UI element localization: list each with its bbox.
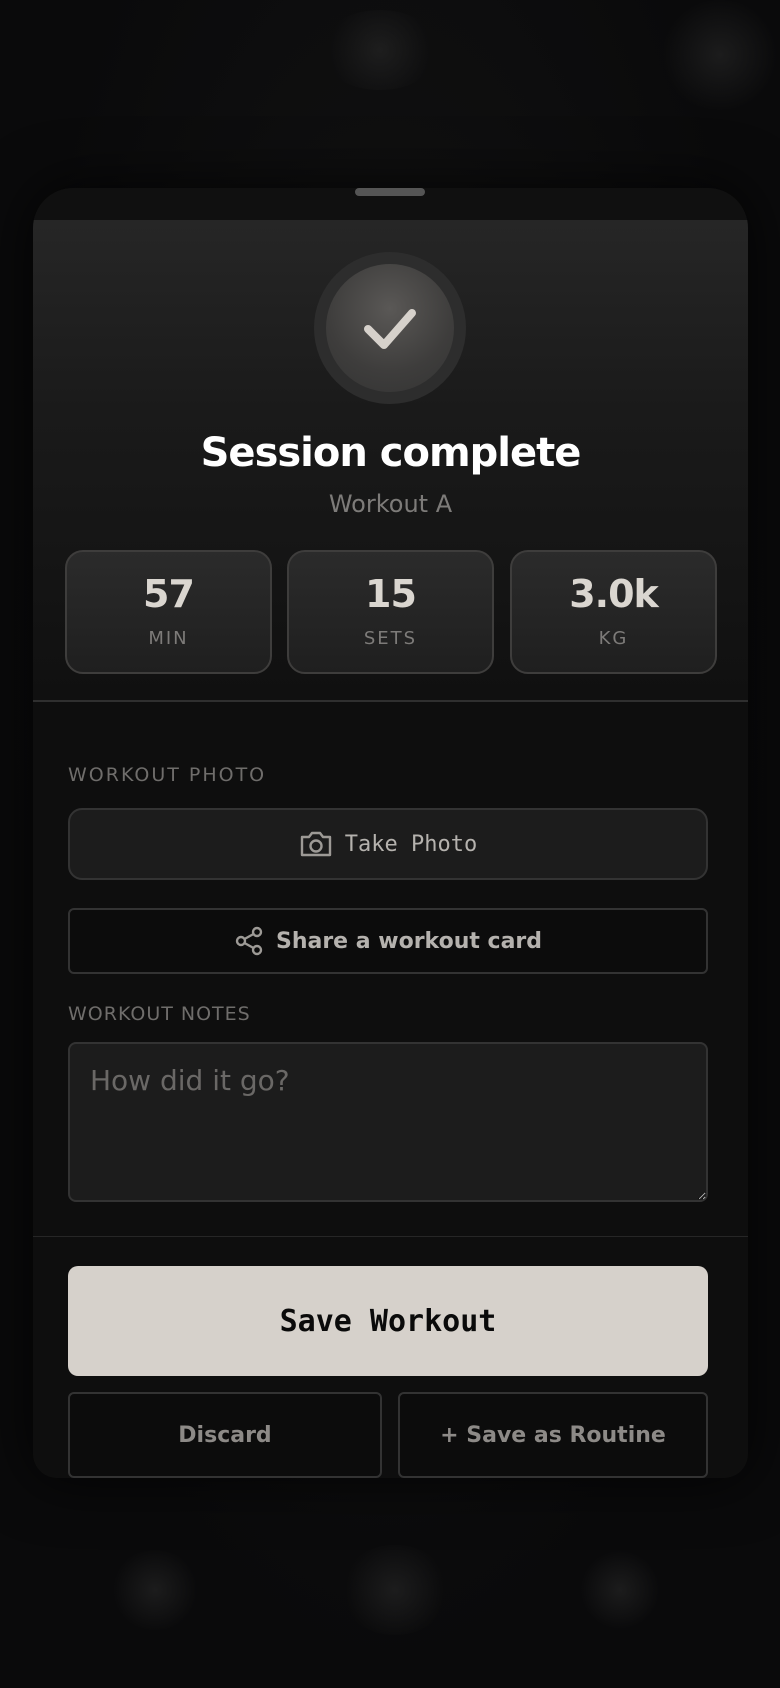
stat-label: KG	[598, 628, 629, 649]
workout-notes-field[interactable]	[68, 1042, 708, 1202]
workout-name: Workout A	[328, 490, 453, 518]
background-glow	[660, 0, 780, 110]
take-photo-label: Take Photo	[344, 831, 478, 857]
stat-value: 15	[365, 572, 417, 616]
checkmark-icon	[326, 264, 454, 392]
save-as-routine-button[interactable]: + Save as Routine	[398, 1392, 708, 1478]
stat-card-duration: 57 MIN	[65, 550, 272, 674]
stat-label: MIN	[148, 628, 189, 649]
take-photo-button[interactable]: Take Photo	[68, 808, 708, 880]
background-glow	[580, 1550, 660, 1630]
share-workout-card-label: Share a workout card	[275, 928, 543, 954]
session-complete-sheet: Session complete Workout A 57 MIN 15 SET…	[33, 188, 748, 1478]
stat-value: 3.0k	[569, 572, 659, 616]
share-icon	[234, 926, 264, 956]
share-workout-card-button[interactable]: Share a workout card	[68, 908, 708, 974]
screen: Session complete Workout A 57 MIN 15 SET…	[0, 0, 780, 1688]
workout-photo-label: WORKOUT PHOTO	[68, 764, 267, 786]
stat-label: SETS	[363, 628, 418, 649]
camera-icon	[299, 830, 333, 858]
drag-handle[interactable]	[355, 188, 425, 196]
discard-button[interactable]: Discard	[68, 1392, 382, 1478]
success-badge	[314, 252, 466, 404]
background-glow	[110, 1550, 200, 1630]
stat-value: 57	[143, 572, 195, 616]
background-glow	[320, 10, 440, 90]
stat-card-weight: 3.0k KG	[510, 550, 717, 674]
summary-header: Session complete Workout A 57 MIN 15 SET…	[33, 220, 748, 700]
background-glow	[340, 1545, 450, 1635]
divider	[33, 700, 748, 702]
stat-card-sets: 15 SETS	[287, 550, 494, 674]
save-workout-button[interactable]: Save Workout	[68, 1266, 708, 1376]
stats-row: 57 MIN 15 SETS 3.0k KG	[65, 550, 717, 674]
workout-notes-label: WORKOUT NOTES	[68, 1003, 251, 1025]
divider	[33, 1236, 748, 1237]
page-title: Session complete	[200, 430, 582, 476]
